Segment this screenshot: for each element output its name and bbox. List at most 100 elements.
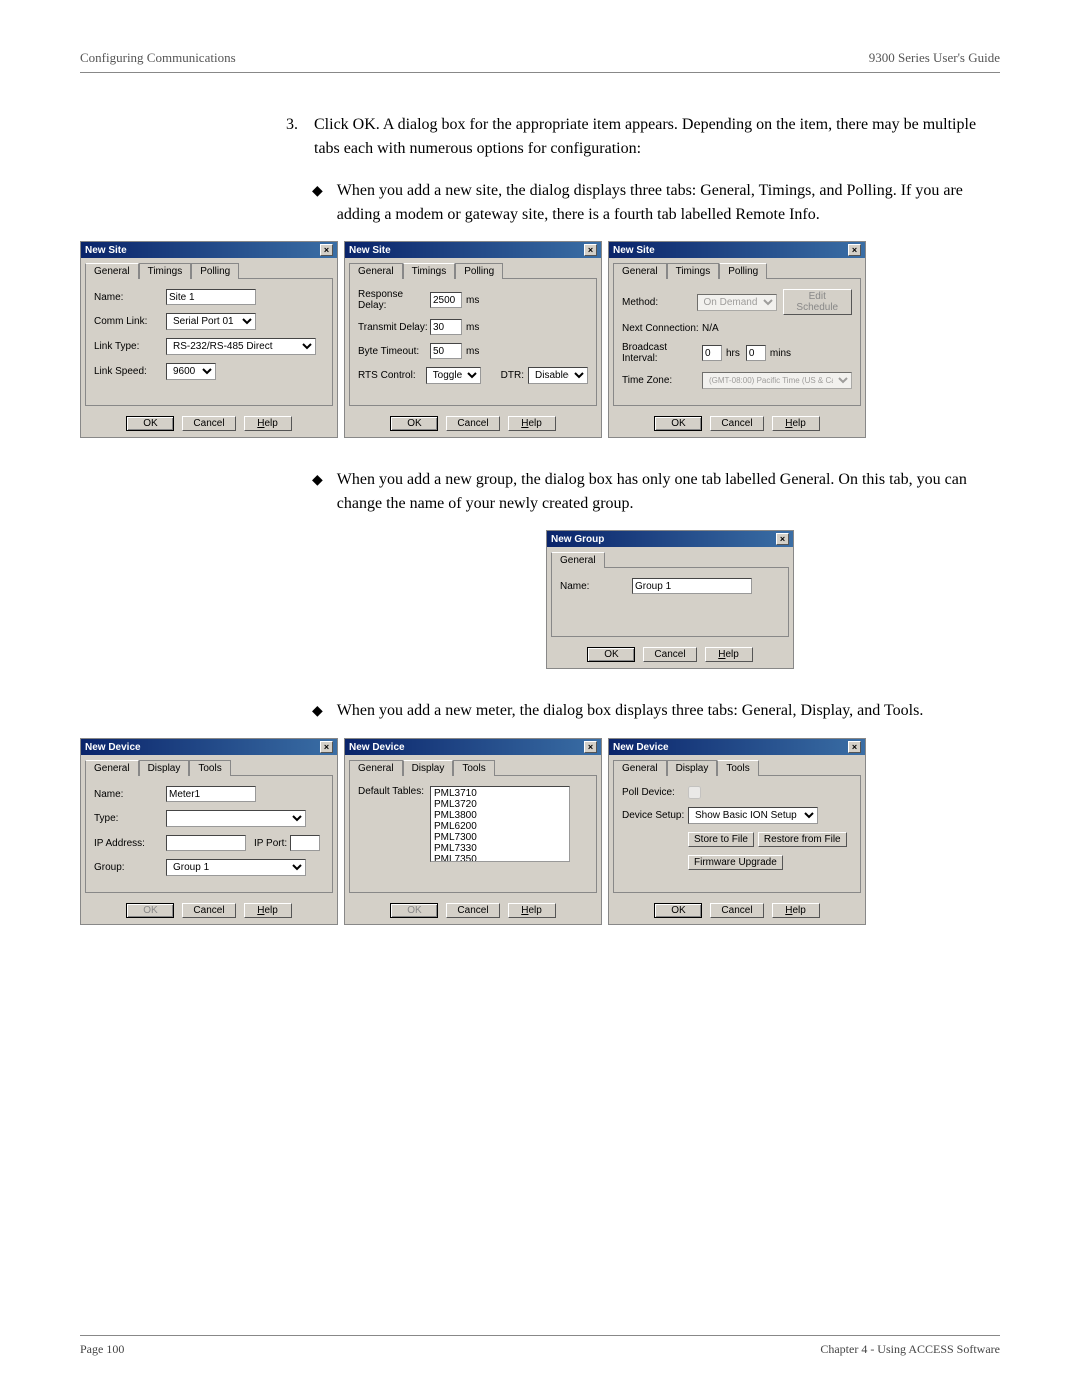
tab-polling[interactable]: Polling — [455, 263, 503, 279]
close-icon[interactable]: × — [320, 244, 333, 256]
ok-button[interactable]: OK — [654, 416, 702, 431]
list-item[interactable]: PML6200 — [432, 821, 568, 832]
byte-timeout-field[interactable] — [430, 343, 462, 359]
device-name-field[interactable] — [166, 786, 256, 802]
cancel-button[interactable]: Cancel — [182, 416, 235, 431]
new-device-display-dialog: New Device × General Display Tools Defau… — [344, 738, 602, 925]
tab-display[interactable]: Display — [403, 760, 454, 776]
label-linktype: Link Type: — [94, 341, 166, 352]
close-icon[interactable]: × — [776, 533, 789, 545]
device-setup-select[interactable]: Show Basic ION Setup — [688, 807, 818, 824]
tab-polling[interactable]: Polling — [191, 263, 239, 279]
linktype-select[interactable]: RS-232/RS-485 Direct — [166, 338, 316, 355]
response-delay-field[interactable] — [430, 292, 462, 308]
label-type: Type: — [94, 813, 166, 824]
tab-timings[interactable]: Timings — [139, 263, 192, 279]
list-item[interactable]: PML7350 — [432, 854, 568, 862]
help-button[interactable]: Help — [508, 903, 556, 918]
group-name-field[interactable] — [632, 578, 752, 594]
tab-general[interactable]: General — [85, 760, 139, 776]
cancel-button[interactable]: Cancel — [446, 903, 499, 918]
help-button[interactable]: Help — [244, 903, 292, 918]
type-select[interactable] — [166, 810, 306, 827]
close-icon[interactable]: × — [584, 741, 597, 753]
label-poll-device: Poll Device: — [622, 787, 688, 798]
list-item[interactable]: PML3710 — [432, 788, 568, 799]
help-button[interactable]: Help — [244, 416, 292, 431]
list-item[interactable]: PML3720 — [432, 799, 568, 810]
label-name: Name: — [94, 789, 166, 800]
new-site-polling-dialog: New Site × General Timings Polling Metho… — [608, 241, 866, 438]
bullet-icon: ◆ — [312, 699, 323, 724]
tab-general[interactable]: General — [349, 263, 403, 279]
page-header: Configuring Communications 9300 Series U… — [80, 50, 1000, 73]
firmware-upgrade-button[interactable]: Firmware Upgrade — [688, 855, 783, 870]
label-dtr: DTR: — [501, 370, 524, 381]
tab-general[interactable]: General — [613, 263, 667, 279]
tab-timings[interactable]: Timings — [403, 263, 456, 279]
tab-general[interactable]: General — [85, 263, 139, 279]
dtr-select[interactable]: Disabled — [528, 367, 588, 384]
footer-page: Page 100 — [80, 1342, 124, 1357]
tab-display[interactable]: Display — [139, 760, 190, 776]
header-left: Configuring Communications — [80, 50, 236, 66]
hrs-field[interactable] — [702, 345, 722, 361]
close-icon[interactable]: × — [320, 741, 333, 753]
dialog-title: New Device — [85, 742, 141, 753]
tab-tools[interactable]: Tools — [189, 760, 230, 776]
label-method: Method: — [622, 297, 697, 308]
cancel-button[interactable]: Cancel — [710, 903, 763, 918]
bullet-icon: ◆ — [312, 179, 323, 227]
cancel-button[interactable]: Cancel — [710, 416, 763, 431]
list-item[interactable]: PML7330 — [432, 843, 568, 854]
close-icon[interactable]: × — [584, 244, 597, 256]
tab-general[interactable]: General — [613, 760, 667, 776]
label-next-connection: Next Connection: — [622, 323, 702, 334]
transmit-delay-field[interactable] — [430, 319, 462, 335]
tab-general[interactable]: General — [551, 552, 605, 568]
tab-general[interactable]: General — [349, 760, 403, 776]
ok-button[interactable]: OK — [390, 416, 438, 431]
method-select: On Demand — [697, 294, 777, 311]
edit-schedule-button: Edit Schedule — [783, 289, 852, 315]
cancel-button[interactable]: Cancel — [643, 647, 696, 662]
ok-button[interactable]: OK — [587, 647, 635, 662]
tab-timings[interactable]: Timings — [667, 263, 720, 279]
dialog-title: New Site — [85, 245, 127, 256]
linkspeed-select[interactable]: 9600 — [166, 363, 216, 380]
store-to-file-button[interactable]: Store to File — [688, 832, 754, 847]
list-item[interactable]: PML7300 — [432, 832, 568, 843]
mins-field[interactable] — [746, 345, 766, 361]
rts-select[interactable]: Toggle — [426, 367, 481, 384]
new-group-dialog: New Group × General Name: OK Cancel Help — [546, 530, 794, 669]
ok-button[interactable]: OK — [654, 903, 702, 918]
tab-polling[interactable]: Polling — [719, 263, 767, 279]
list-item[interactable]: PML3800 — [432, 810, 568, 821]
cancel-button[interactable]: Cancel — [182, 903, 235, 918]
default-tables-listbox[interactable]: PML3710 PML3720 PML3800 PML6200 PML7300 … — [430, 786, 570, 862]
cancel-button[interactable]: Cancel — [446, 416, 499, 431]
label-group: Group: — [94, 862, 166, 873]
tab-tools[interactable]: Tools — [717, 760, 758, 776]
label-byte-timeout: Byte Timeout: — [358, 346, 430, 357]
ip-field[interactable] — [166, 835, 246, 851]
new-device-general-dialog: New Device × General Display Tools Name:… — [80, 738, 338, 925]
restore-from-file-button[interactable]: Restore from File — [758, 832, 847, 847]
close-icon[interactable]: × — [848, 244, 861, 256]
tab-display[interactable]: Display — [667, 760, 718, 776]
help-button[interactable]: Help — [508, 416, 556, 431]
ipport-field[interactable] — [290, 835, 320, 851]
help-button[interactable]: Help — [772, 903, 820, 918]
close-icon[interactable]: × — [848, 741, 861, 753]
help-button[interactable]: Help — [772, 416, 820, 431]
name-field[interactable] — [166, 289, 256, 305]
dialog-title: New Site — [613, 245, 655, 256]
bullet-site: ◆ When you add a new site, the dialog di… — [312, 179, 1000, 227]
label-commlink: Comm Link: — [94, 316, 166, 327]
group-select[interactable]: Group 1 — [166, 859, 306, 876]
tab-tools[interactable]: Tools — [453, 760, 494, 776]
ok-button[interactable]: OK — [126, 416, 174, 431]
label-rts: RTS Control: — [358, 370, 426, 381]
commlink-select[interactable]: Serial Port 01 — [166, 313, 256, 330]
help-button[interactable]: Help — [705, 647, 753, 662]
